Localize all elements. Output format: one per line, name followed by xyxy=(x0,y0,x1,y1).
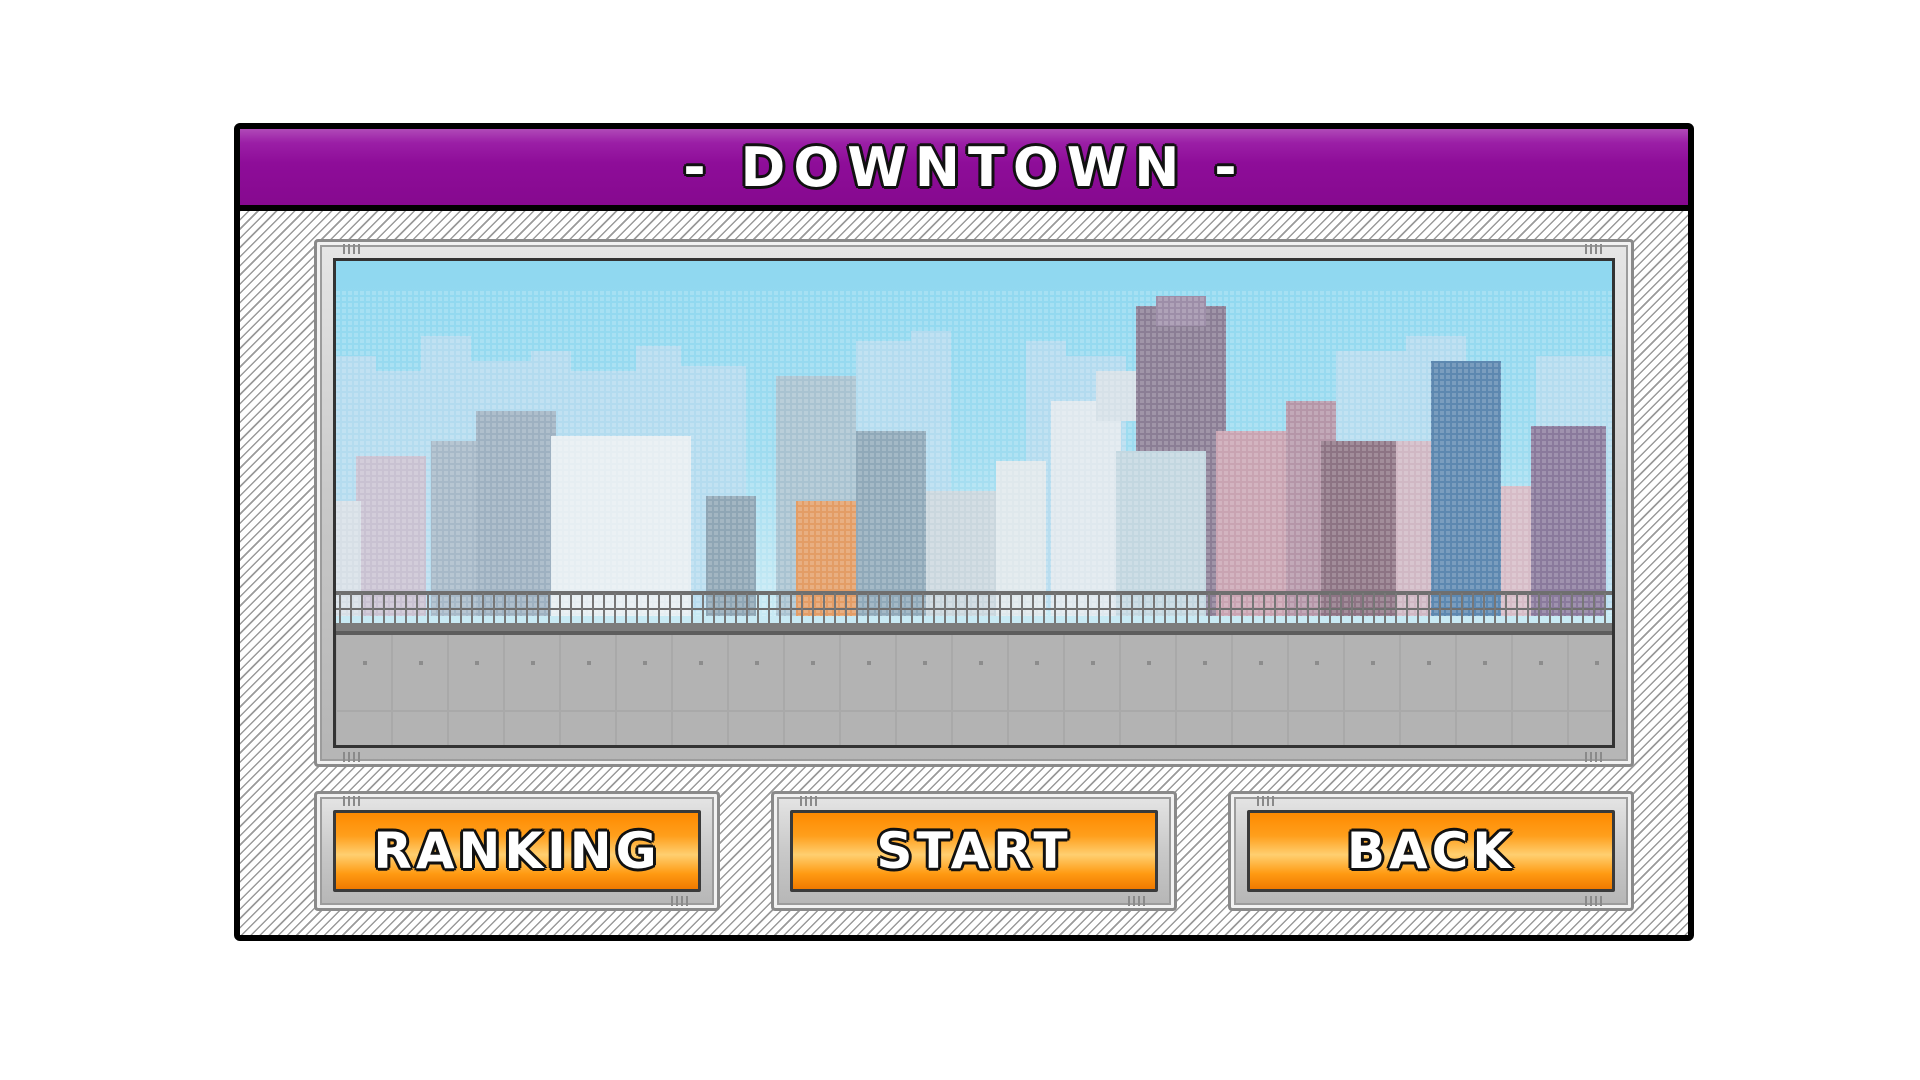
start-button-frame: START xyxy=(771,791,1177,911)
frame-notch xyxy=(1257,796,1277,806)
stage-preview-image xyxy=(333,258,1615,748)
frame-notch xyxy=(1585,896,1605,906)
frame-notch xyxy=(343,752,363,762)
frame-notch xyxy=(1585,244,1605,254)
start-button[interactable]: START xyxy=(790,810,1158,892)
stage-select-window: - DOWNTOWN - RANKING START BACK xyxy=(234,123,1694,941)
back-button-label: BACK xyxy=(1346,822,1516,880)
ranking-button-label: RANKING xyxy=(373,822,661,880)
frame-notch xyxy=(671,896,691,906)
ranking-button-frame: RANKING xyxy=(314,791,720,911)
title-bar: - DOWNTOWN - xyxy=(240,129,1688,211)
back-button[interactable]: BACK xyxy=(1247,810,1615,892)
frame-notch xyxy=(800,796,820,806)
start-button-label: START xyxy=(876,822,1072,880)
frame-notch xyxy=(343,244,363,254)
stage-title: - DOWNTOWN - xyxy=(683,135,1245,199)
city-skyline-illustration xyxy=(336,291,1612,745)
frame-notch xyxy=(343,796,363,806)
back-button-frame: BACK xyxy=(1228,791,1634,911)
stage-preview-frame xyxy=(314,239,1634,767)
frame-notch xyxy=(1585,752,1605,762)
frame-notch xyxy=(1128,896,1148,906)
ranking-button[interactable]: RANKING xyxy=(333,810,701,892)
